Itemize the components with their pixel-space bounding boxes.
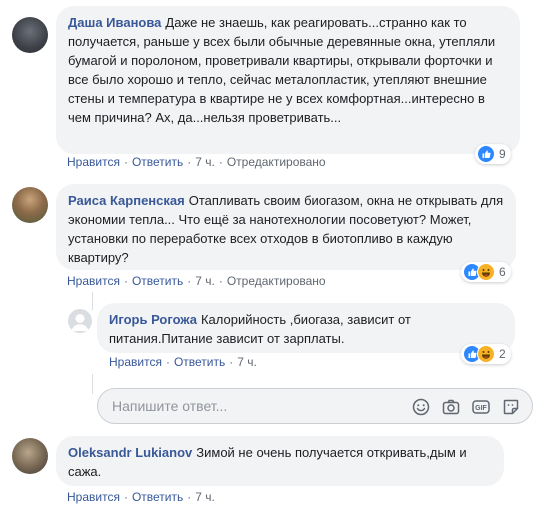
like-link[interactable]: Нравится <box>109 355 162 369</box>
comment-author[interactable]: Игорь Рогожа <box>109 312 197 327</box>
like-link[interactable]: Нравится <box>67 274 120 288</box>
comment-actions: Нравится · Ответить · 7 ч. <box>109 355 257 369</box>
emoji-icon[interactable] <box>412 398 430 416</box>
separator: · <box>187 274 192 288</box>
comment-time[interactable]: 7 ч. <box>195 490 215 504</box>
like-link[interactable]: Нравится <box>67 155 120 169</box>
comment-time[interactable]: 7 ч. <box>195 155 215 169</box>
avatar[interactable] <box>12 438 48 474</box>
reply-input-box[interactable]: GIF <box>97 388 533 424</box>
haha-icon <box>477 263 495 281</box>
default-avatar-icon[interactable] <box>68 309 92 333</box>
reaction-summary[interactable]: 2 <box>461 344 511 364</box>
comment-actions: Нравится · Ответить · 7 ч. · Отредактировано <box>67 274 326 288</box>
separator: · <box>123 490 128 504</box>
separator: · <box>187 490 192 504</box>
comment-author[interactable]: Раиса Карпенская <box>68 193 185 208</box>
reply-link[interactable]: Ответить <box>174 355 225 369</box>
reply-thread-line <box>92 374 93 394</box>
edited-label[interactable]: Отредактировано <box>227 155 326 169</box>
svg-text:GIF: GIF <box>475 405 487 412</box>
reply-link[interactable]: Ответить <box>132 490 183 504</box>
reaction-count: 9 <box>499 147 506 161</box>
reply-input[interactable] <box>110 397 374 415</box>
separator: · <box>123 274 128 288</box>
separator: · <box>187 155 192 169</box>
separator: · <box>218 274 223 288</box>
reaction-summary[interactable]: 6 <box>461 262 511 282</box>
comment-author[interactable]: Oleksandr Lukianov <box>68 445 192 460</box>
reply-link[interactable]: Ответить <box>132 274 183 288</box>
reply-link[interactable]: Ответить <box>132 155 183 169</box>
comment-actions: Нравится · Ответить · 7 ч. · Отредактировано <box>67 155 326 169</box>
separator: · <box>218 155 223 169</box>
separator: · <box>229 355 234 369</box>
avatar[interactable] <box>12 187 48 223</box>
haha-icon <box>477 345 495 363</box>
comment-text: Даже не знаешь, как реагировать...странн… <box>68 15 496 125</box>
separator: · <box>123 155 128 169</box>
like-icon <box>477 145 495 163</box>
comment-bubble: Oleksandr Lukianov Зимой не очень получае… <box>56 436 504 486</box>
comment-bubble: Даша Иванова Даже не знаешь, как реагиров… <box>56 6 520 154</box>
comment-actions: Нравится · Ответить · 7 ч. <box>67 490 215 504</box>
comment-time[interactable]: 7 ч. <box>195 274 215 288</box>
reaction-count: 6 <box>499 265 506 279</box>
gif-icon[interactable]: GIF <box>472 398 490 416</box>
edited-label[interactable]: Отредактировано <box>227 274 326 288</box>
avatar[interactable] <box>12 17 48 53</box>
comment-bubble: Игорь Рогожа Калорийность ,биогаза, завис… <box>97 303 515 353</box>
comment-time[interactable]: 7 ч. <box>237 355 257 369</box>
comment-bubble: Раиса Карпенская Отапливать своим биогазо… <box>56 184 516 270</box>
separator: · <box>165 355 170 369</box>
camera-icon[interactable] <box>442 398 460 416</box>
reaction-count: 2 <box>499 347 506 361</box>
like-link[interactable]: Нравится <box>67 490 120 504</box>
comment-author[interactable]: Даша Иванова <box>68 15 161 30</box>
sticker-icon[interactable] <box>502 398 520 416</box>
reply-thread-line <box>92 292 93 310</box>
reaction-summary[interactable]: 9 <box>475 144 511 164</box>
